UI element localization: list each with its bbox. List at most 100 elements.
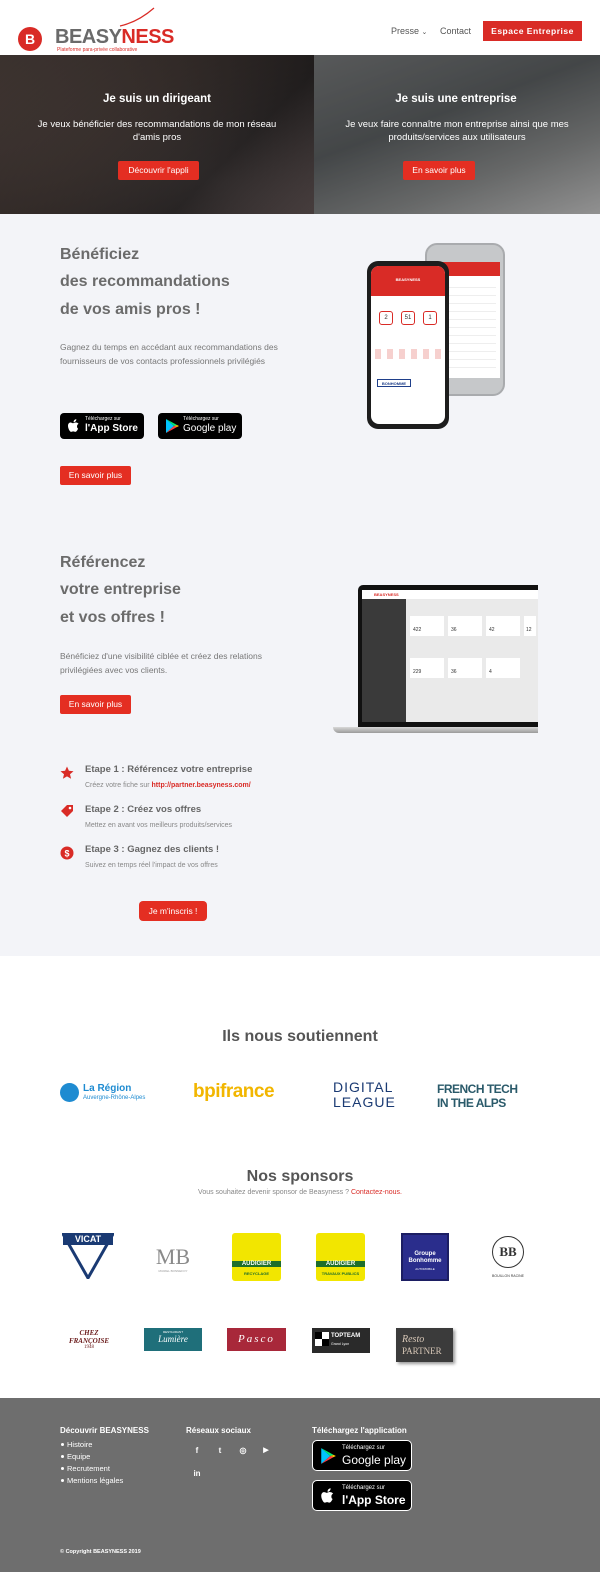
section1-heading-line3: de vos amis pros ! [60, 301, 201, 318]
region-icon [60, 1083, 79, 1102]
bullet-icon [61, 1479, 64, 1482]
footer-appstore-badge[interactable]: Téléchargez sur l'App Store [312, 1480, 412, 1511]
footer-link-histoire[interactable]: Histoire [67, 1440, 92, 1449]
sponsor-bonhomme[interactable]: Groupe Bonhomme AUTOMOBILE [401, 1233, 449, 1281]
sponsor-mb[interactable]: MB MURIEL BONNEFOY [152, 1245, 194, 1279]
footer-googleplay-small: Téléchargez sur [342, 1445, 386, 1451]
footer-googleplay-badge[interactable]: Téléchargez sur Google play [312, 1440, 412, 1471]
logo[interactable]: BEASYNESS [55, 26, 174, 49]
youtube-icon[interactable]: ▶ [260, 1445, 272, 1457]
dollar-icon: $ [60, 846, 74, 860]
francoise-sub: 1948 [84, 1345, 94, 1350]
logo-region[interactable]: La Région Auvergne-Rhône-Alpes [60, 1082, 162, 1104]
footer-link-recrutement[interactable]: Recrutement [67, 1464, 110, 1473]
logo-swoosh-icon [119, 7, 155, 27]
francoise-text: CHEZ FRANÇOISE [68, 1329, 110, 1345]
laptop-tile-4: 12 [524, 616, 536, 636]
googleplay-big: Google play [183, 423, 237, 434]
audigier-tp-text: AUDIGIER [316, 1261, 365, 1267]
supporters-title: Ils nous soutiennent [222, 1028, 378, 1045]
step3-title: Etape 3 : Gagnez des clients ! [85, 844, 220, 855]
sponsors-subtitle: Vous souhaitez devenir sponsor de Beasyn… [0, 1189, 600, 1196]
sponsor-bouillon[interactable]: BB BOUILLON RACINE [488, 1236, 528, 1284]
laptop-tile-5: 229 [410, 658, 444, 678]
sponsor-pasco[interactable]: Pasco [227, 1328, 286, 1351]
sponsor-vicat[interactable]: VICAT [60, 1232, 116, 1282]
resto-sub: PARTNER [402, 1346, 442, 1356]
sponsor-chez-francoise[interactable]: CHEZ FRANÇOISE 1948 [60, 1329, 118, 1351]
google-play-icon [321, 1448, 336, 1464]
step1-title: Etape 1 : Référencez votre entreprise [85, 764, 253, 775]
sponsor-topteam[interactable]: TOPTEAM Grand Lyon [312, 1328, 370, 1353]
step1-sub-text: Créez votre fiche sur [85, 782, 152, 789]
bullet-icon [61, 1443, 64, 1446]
page: B BEASYNESS Plateforme para-privée colla… [0, 0, 600, 1572]
espace-entreprise-button[interactable]: Espace Entreprise [483, 21, 582, 41]
logo-digital-league[interactable]: DIGITAL LEAGUE [333, 1079, 396, 1110]
digital-line2: LEAGUE [333, 1094, 396, 1110]
laptop-base [333, 727, 538, 733]
logo-french-tech[interactable]: FRENCH TECH IN THE ALPS [437, 1082, 518, 1110]
nav-presse[interactable]: Presse ⌄ [391, 26, 427, 36]
footer-link-equipe[interactable]: Equipe [67, 1452, 90, 1461]
sponsor-resto-partner[interactable]: Resto PARTNER [396, 1328, 453, 1362]
sponsor-lumiere[interactable]: RESTAURANT Lumière [144, 1328, 202, 1351]
decouvrir-appli-button[interactable]: Découvrir l'appli [118, 161, 199, 180]
audigier-recyclage-text: AUDIGIER [232, 1261, 281, 1267]
phone-mockup-front: BEASYNESS 2 51 1 BONHOMME [367, 261, 449, 429]
instagram-icon[interactable]: ◎ [237, 1445, 249, 1457]
logo-bpifrance[interactable]: bpifrance [193, 1081, 275, 1103]
bullet-icon [61, 1455, 64, 1458]
laptop-tile-3: 42 [486, 616, 520, 636]
section1-heading-line1: Bénéficiez [60, 246, 140, 263]
google-play-icon [166, 419, 179, 433]
footer: Découvrir BEASYNESS Histoire Equipe Recr… [0, 1398, 600, 1572]
logo-icon[interactable]: B [18, 27, 42, 51]
section2-heading-line3: et vos offres ! [60, 609, 165, 626]
hero-entreprise: Je suis une entreprise Je veux faire con… [314, 55, 600, 214]
section2-en-savoir-plus-button[interactable]: En savoir plus [60, 695, 131, 714]
facebook-icon[interactable]: f [191, 1445, 203, 1457]
appstore-big: l'App Store [85, 423, 138, 434]
hero-en-savoir-plus-button[interactable]: En savoir plus [403, 161, 475, 180]
sponsor-audigier-recyclage[interactable]: AUDIGIER RECYCLAGE [232, 1233, 281, 1281]
footer-col3-title: Téléchargez l'application [312, 1426, 407, 1435]
phone-stat-2: 51 [401, 311, 415, 325]
partner-link[interactable]: http://partner.beasyness.com/ [152, 782, 251, 789]
logo-tagline: Plateforme para-privée collaborative [57, 47, 138, 53]
twitter-icon[interactable]: t [214, 1445, 226, 1457]
appstore-badge[interactable]: Téléchargez sur l'App Store [60, 413, 144, 439]
vicat-text: VICAT [74, 1234, 102, 1244]
nav-contact[interactable]: Contact [440, 26, 471, 36]
french-tech-line1: FRENCH TECH [437, 1082, 518, 1096]
laptop-screen: BEASYNESS 422 36 42 12 229 36 4 [362, 590, 538, 722]
contact-link[interactable]: Contactez-nous. [351, 1189, 402, 1196]
bonhomme-text: Groupe Bonhomme [408, 1251, 442, 1264]
hero-dirigeant-text: Je veux bénéficier des recommandations d… [37, 119, 277, 143]
section2-heading-line2: votre entreprise [60, 581, 181, 598]
inscription-button[interactable]: Je m'inscris ! [139, 901, 207, 921]
linkedin-icon[interactable]: in [191, 1468, 203, 1480]
svg-text:$: $ [64, 849, 69, 859]
appstore-small: Téléchargez sur [85, 416, 121, 422]
laptop-topbar: BEASYNESS [362, 590, 538, 599]
audigier-tp-sub: TRAVAUX PUBLICS [321, 1271, 360, 1276]
hero-entreprise-text: Je veux faire connaître mon entreprise a… [345, 119, 569, 143]
step2-title: Etape 2 : Créez vos offres [85, 804, 202, 815]
footer-link-mentions[interactable]: Mentions légales [67, 1476, 123, 1485]
topteam-sub: Grand Lyon [331, 1342, 350, 1346]
section1-en-savoir-plus-button[interactable]: En savoir plus [60, 466, 131, 485]
laptop-mockup: BEASYNESS 422 36 42 12 229 36 4 [358, 585, 538, 727]
googleplay-badge[interactable]: Téléchargez sur Google play [158, 413, 242, 439]
digital-line1: DIGITAL [333, 1079, 394, 1095]
phone-front-icons [375, 349, 441, 359]
hero-dirigeant-title: Je suis un dirigeant [103, 93, 211, 105]
tag-icon [61, 805, 73, 817]
logo-suffix: NESS [121, 26, 174, 48]
section1-heading-line2: des recommandations [60, 273, 230, 290]
step3-sub: Suivez en temps réel l'impact de vos off… [85, 862, 218, 869]
section1-text: Gagnez du temps en accédant aux recomman… [60, 342, 278, 366]
sponsor-audigier-tp[interactable]: AUDIGIER TRAVAUX PUBLICS [316, 1233, 365, 1281]
mb-sub: MURIEL BONNEFOY [158, 1269, 188, 1273]
laptop-tile-7: 4 [486, 658, 520, 678]
